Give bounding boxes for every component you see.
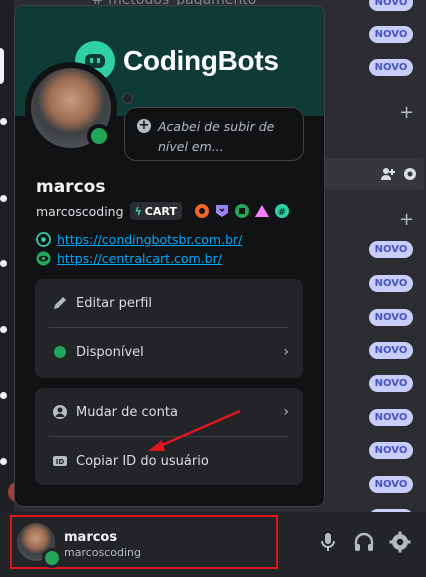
svg-text:#: # [278, 207, 286, 218]
add-channel-icon[interactable]: + [399, 211, 414, 229]
server-unread-dot [0, 118, 7, 125]
invite-user-icon[interactable] [380, 166, 396, 182]
online-status-icon [87, 124, 111, 148]
channel-actions [380, 166, 418, 182]
switch-account-button[interactable]: Mudar de conta › [35, 389, 303, 435]
user-username: marcoscoding [64, 546, 142, 559]
hashtag-badge-icon[interactable]: # [274, 203, 290, 219]
server-unread-dot [0, 326, 7, 333]
profile-username[interactable]: marcoscoding [36, 204, 124, 219]
headphones-icon[interactable] [352, 530, 376, 554]
settings-gear-icon[interactable] [402, 166, 418, 182]
status-select-button[interactable]: Disponível › [35, 329, 303, 375]
status-placeholder: Acabei de subir de nível em... [158, 119, 275, 154]
id-card-icon: ID [53, 456, 67, 466]
banner-brand-text: CodingBots [123, 45, 279, 76]
active-dev-badge-icon[interactable] [234, 203, 250, 219]
server-unread-dot [0, 195, 7, 202]
status-label: Disponível [76, 344, 144, 360]
server-unread-dot [0, 458, 7, 465]
new-channel-badge: NOVO [369, 409, 413, 426]
online-status-icon [42, 548, 62, 568]
codingbots-link-icon [36, 232, 51, 247]
pencil-icon [54, 297, 66, 309]
server-unread-dot [0, 260, 7, 267]
profile-link-row[interactable]: https://centralcart.com.br/ [36, 249, 242, 268]
user-settings-gear-icon[interactable] [388, 530, 412, 554]
add-status-icon: + [137, 118, 151, 133]
profile-links: https://condingbotsbr.com.br/ https://ce… [36, 230, 242, 268]
server-selected-indicator [0, 48, 4, 84]
new-channel-badge: NOVO [369, 442, 413, 459]
link-text[interactable]: https://condingbotsbr.com.br/ [57, 232, 242, 247]
new-channel-badge: NOVO [369, 0, 413, 11]
account-circle-icon [53, 405, 67, 419]
new-channel-badge: NOVO [369, 375, 413, 392]
new-channel-badge: NOVO [369, 309, 413, 326]
microphone-icon[interactable] [316, 530, 340, 554]
user-profile-popout: CodingBots + Acabei de subir de nível em… [15, 6, 324, 506]
lightning-icon: ϟ [134, 204, 142, 218]
username-row: marcoscoding ϟ CART # [36, 202, 290, 220]
menu-divider [49, 436, 289, 437]
copy-user-id-button[interactable]: ID Copiar ID do usuário [35, 438, 303, 484]
new-channel-badge: NOVO [369, 476, 413, 493]
copy-user-id-label: Copiar ID do usuário [76, 453, 209, 469]
server-unread-dot [0, 392, 7, 399]
add-channel-icon[interactable]: + [399, 104, 414, 122]
chevron-right-icon: › [283, 404, 289, 420]
svg-text:ID: ID [56, 458, 65, 466]
profile-menu-secondary: Mudar de conta › ID Copiar ID do usuário [35, 388, 303, 485]
profile-display-name: marcos [36, 177, 106, 197]
profile-link-row[interactable]: https://condingbotsbr.com.br/ [36, 230, 242, 249]
switch-account-label: Mudar de conta [76, 404, 178, 420]
new-channel-badge: NOVO [369, 59, 413, 76]
new-channel-badge: NOVO [369, 26, 413, 43]
centralcart-link-icon [36, 251, 51, 266]
profile-menu-primary: Editar perfil Disponível › [35, 279, 303, 378]
new-channel-badge: NOVO [369, 342, 413, 359]
pink-triangle-badge-icon[interactable] [254, 203, 270, 219]
edit-profile-label: Editar perfil [76, 295, 153, 311]
orange-badge-icon[interactable] [194, 203, 210, 219]
hypesquad-badge-icon[interactable] [214, 203, 230, 219]
menu-divider [49, 327, 289, 328]
user-display-name: marcos [64, 530, 118, 545]
server-tag-badge[interactable]: ϟ CART [129, 202, 182, 220]
chevron-right-icon: › [283, 344, 289, 360]
link-text[interactable]: https://centralcart.com.br/ [57, 251, 222, 266]
status-bubble-tail [122, 93, 133, 104]
edit-profile-button[interactable]: Editar perfil [35, 280, 303, 326]
banner-logo: CodingBots [75, 41, 279, 81]
profile-badges: # [194, 203, 290, 219]
online-dot-icon [54, 346, 66, 358]
custom-status-bubble[interactable]: + Acabei de subir de nível em... [124, 107, 304, 161]
server-tag-label: CART [144, 204, 177, 218]
new-channel-badge: NOVO [369, 241, 413, 258]
profile-avatar[interactable] [25, 62, 117, 154]
new-channel-badge: NOVO [369, 275, 413, 292]
